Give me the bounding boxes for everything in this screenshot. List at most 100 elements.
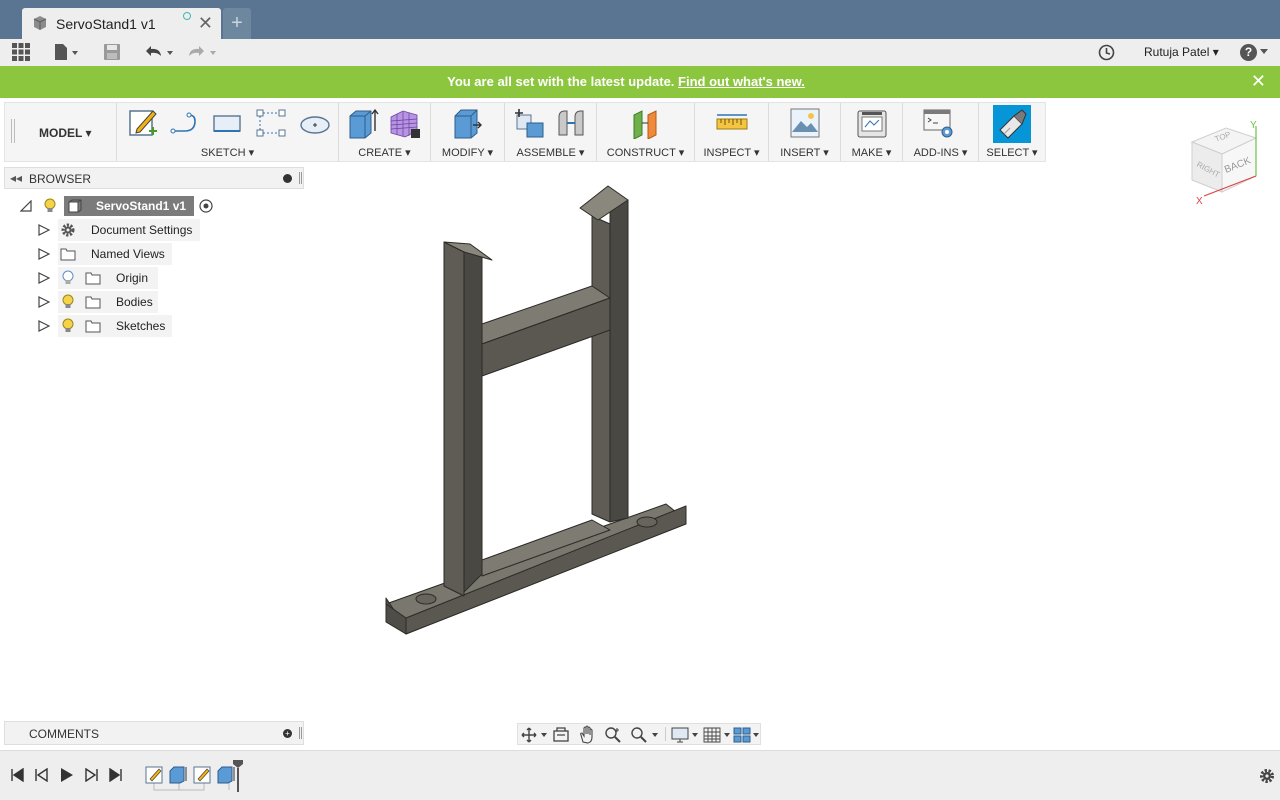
collapse-browser-icon[interactable]: ◂◂ <box>10 171 22 185</box>
modify-menu[interactable]: MODIFY ▾ <box>431 146 504 159</box>
press-pull-icon[interactable] <box>451 107 483 139</box>
new-tab-button[interactable]: + <box>223 8 251 39</box>
timeline-sketch-1[interactable] <box>145 766 163 784</box>
display-settings-icon[interactable] <box>671 726 701 744</box>
measure-icon[interactable] <box>716 107 748 139</box>
tree-item-named-views[interactable]: Named Views <box>38 243 178 265</box>
stop-sketch-icon[interactable] <box>299 107 331 139</box>
tree-item-bodies[interactable]: Bodies <box>38 291 168 313</box>
zoom-icon[interactable] <box>604 726 622 744</box>
grid-snaps-icon[interactable] <box>703 726 733 744</box>
help-dropdown-icon[interactable] <box>1260 49 1268 55</box>
orbit-icon[interactable] <box>521 726 549 744</box>
go-to-start-icon[interactable] <box>10 768 24 782</box>
fit-zoom-window-icon[interactable] <box>630 726 660 744</box>
sketch-menu[interactable]: SKETCH ▾ <box>117 146 338 159</box>
expand-icon[interactable] <box>38 296 50 308</box>
whats-new-link[interactable]: Find out what's new. <box>678 74 805 89</box>
viewcube-axis-x: X <box>1196 196 1203 207</box>
expand-icon[interactable] <box>38 272 50 284</box>
job-status-clock-icon[interactable] <box>1098 44 1115 61</box>
user-account-menu[interactable]: Rutuja Patel ▾ <box>1144 45 1219 59</box>
offset-plane-icon[interactable] <box>630 107 662 139</box>
select-arrow-icon <box>999 109 1027 139</box>
save-icon[interactable] <box>103 43 121 61</box>
browser-minimize-icon[interactable] <box>283 174 292 183</box>
tree-item-sketches[interactable]: Sketches <box>38 315 178 337</box>
extrude-icon[interactable] <box>347 107 379 139</box>
tree-item-origin[interactable]: Origin <box>38 267 168 289</box>
modify-group: MODIFY ▾ <box>431 103 505 161</box>
file-menu-icon[interactable] <box>54 43 80 61</box>
comments-panel-header: COMMENTS + <box>4 721 304 745</box>
root-component-label: ServoStand1 v1 <box>96 199 187 213</box>
ribbon-toolbar: MODEL ▾ SKETCH ▾ CREATE ▾ MODIFY ▾ ASSEM… <box>4 102 1046 162</box>
assemble-menu[interactable]: ASSEMBLE ▾ <box>505 146 596 159</box>
insert-canvas-icon[interactable] <box>789 107 821 139</box>
inspect-group: INSPECT ▾ <box>695 103 769 161</box>
select-menu[interactable]: SELECT ▾ <box>979 146 1045 159</box>
redo-icon[interactable] <box>186 43 220 61</box>
look-at-icon[interactable] <box>552 726 570 744</box>
visibility-bulb-icon[interactable] <box>44 198 56 214</box>
close-banner-button[interactable]: ✕ <box>1251 71 1266 92</box>
view-cube[interactable]: TOP RIGHT BACK X Y <box>1186 118 1266 208</box>
root-component-highlight: ServoStand1 v1 <box>64 196 194 216</box>
expand-icon[interactable] <box>38 320 50 332</box>
3d-print-icon[interactable] <box>856 107 888 139</box>
update-banner: You are all set with the latest update. … <box>0 66 1280 98</box>
tree-item-label: Origin <box>116 271 149 285</box>
sketch-pattern-icon[interactable] <box>255 107 287 139</box>
viewports-icon[interactable] <box>733 726 761 744</box>
visibility-bulb-icon[interactable] <box>62 294 74 310</box>
joint-icon[interactable] <box>555 107 587 139</box>
document-tab-title: ServoStand1 v1 <box>56 16 156 32</box>
construct-menu[interactable]: CONSTRUCT ▾ <box>597 146 694 159</box>
help-icon[interactable]: ? <box>1240 44 1257 61</box>
make-menu[interactable]: MAKE ▾ <box>841 146 902 159</box>
folder-icon <box>85 320 101 333</box>
folder-icon <box>85 296 101 309</box>
document-tab[interactable]: ServoStand1 v1 ✕ <box>22 8 221 39</box>
collapse-root-icon[interactable] <box>20 200 32 212</box>
insert-group: INSERT ▾ <box>769 103 841 161</box>
step-forward-icon[interactable] <box>84 768 98 782</box>
undo-icon[interactable] <box>143 43 177 61</box>
insert-menu[interactable]: INSERT ▾ <box>769 146 840 159</box>
online-status-icon <box>183 12 191 20</box>
visibility-bulb-off-icon[interactable] <box>62 270 74 286</box>
line-arc-icon[interactable] <box>169 107 201 139</box>
timeline-extrude-1[interactable] <box>169 766 187 784</box>
new-component-icon[interactable] <box>513 107 545 139</box>
select-tool-active[interactable] <box>993 105 1031 143</box>
comments-panel-grip[interactable] <box>299 727 302 739</box>
timeline-marker[interactable] <box>232 759 244 793</box>
model-body-servo-stand[interactable] <box>370 180 710 650</box>
expand-icon[interactable] <box>38 248 50 260</box>
data-panel-grid-icon[interactable] <box>12 43 30 61</box>
workspace-switcher[interactable]: MODEL ▾ <box>39 126 91 140</box>
step-back-icon[interactable] <box>35 768 49 782</box>
expand-icon[interactable] <box>38 224 50 236</box>
visibility-bulb-icon[interactable] <box>62 318 74 334</box>
timeline-settings-gear-icon[interactable] <box>1259 768 1275 784</box>
create-sketch-icon[interactable] <box>127 107 159 139</box>
scripts-add-ins-icon[interactable] <box>923 107 955 139</box>
create-menu[interactable]: CREATE ▾ <box>339 146 430 159</box>
form-icon[interactable] <box>389 107 421 139</box>
tree-item-label: Document Settings <box>91 223 193 237</box>
rectangle-icon[interactable] <box>211 107 243 139</box>
pan-hand-icon[interactable] <box>578 725 596 744</box>
play-icon[interactable] <box>60 767 74 783</box>
go-to-end-icon[interactable] <box>109 768 123 782</box>
add-comment-icon[interactable]: + <box>283 729 292 738</box>
inspect-menu[interactable]: INSPECT ▾ <box>695 146 768 159</box>
tree-item-document-settings[interactable]: Document Settings <box>38 219 208 241</box>
close-tab-button[interactable]: ✕ <box>198 13 213 34</box>
timeline-sketch-2[interactable] <box>193 766 211 784</box>
browser-panel-grip[interactable] <box>299 172 302 184</box>
add-ins-menu[interactable]: ADD-INS ▾ <box>903 146 978 159</box>
browser-root-row[interactable]: ServoStand1 v1 <box>20 195 220 217</box>
document-cube-icon <box>33 16 47 30</box>
activate-component-icon[interactable] <box>199 199 213 213</box>
